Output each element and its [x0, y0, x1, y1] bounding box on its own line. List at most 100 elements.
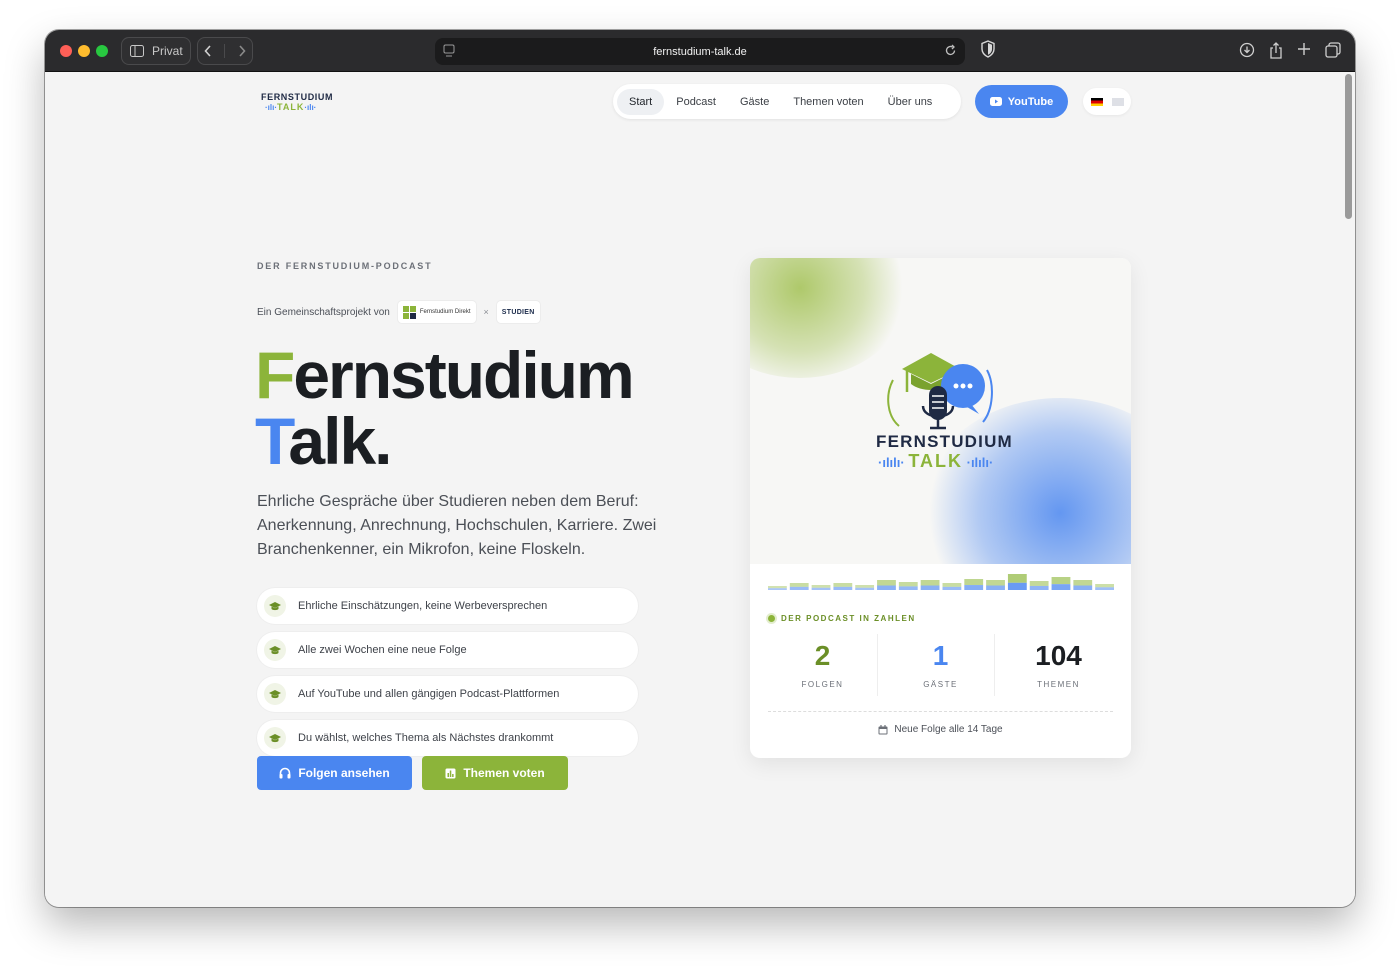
watch-episodes-label: Folgen ansehen — [298, 766, 390, 780]
page-title: Fernstudium Talk. — [255, 338, 635, 478]
partner-logo-studien[interactable]: STUDIEN — [496, 301, 540, 323]
forward-icon[interactable] — [238, 45, 246, 57]
logo-text-top: FERNSTUDIUM — [261, 92, 334, 102]
list-item: Alle zwei Wochen eine neue Folge — [257, 632, 638, 668]
activity-bar-bottom — [768, 588, 787, 590]
calendar-icon — [878, 724, 888, 734]
stat-guests-label: GÄSTE — [923, 680, 958, 689]
collaboration-line: Ein Gemeinschaftsprojekt von Fernstudium… — [257, 301, 540, 323]
nav-themen-voten[interactable]: Themen voten — [781, 89, 875, 115]
reload-icon[interactable] — [944, 44, 957, 57]
logo-text-bottom: ·ılı·TALK·ılı· — [265, 102, 317, 112]
activity-bar-bottom — [898, 586, 918, 590]
activity-bar-bottom — [1007, 582, 1027, 590]
activity-bar-bottom — [986, 585, 1005, 590]
hero-lead: Ehrliche Gespräche über Studieren neben … — [257, 493, 657, 558]
stat-guests-value: 1 — [932, 640, 949, 671]
stat-divider — [994, 634, 995, 696]
partner-separator: × — [483, 307, 489, 317]
page-viewport: FERNSTUDIUM ·ılı·TALK·ılı· Start Podcast… — [45, 72, 1355, 907]
nav-start[interactable]: Start — [617, 88, 665, 115]
watch-episodes-button[interactable]: Folgen ansehen — [257, 756, 412, 790]
activity-bar-bottom — [1051, 584, 1071, 590]
soundwave-icon: ·ılı· — [265, 103, 277, 112]
activity-bar-top — [768, 586, 787, 589]
poll-icon — [445, 768, 456, 778]
hero-eyebrow: DER FERNSTUDIUM-PODCAST — [257, 261, 433, 271]
status-dot — [768, 615, 775, 622]
stats-divider — [768, 711, 1113, 712]
list-item: Auf YouTube und allen gängigen Podcast-P… — [257, 676, 638, 712]
soundwave-icon: ·ılı· — [304, 103, 317, 112]
youtube-label: YouTube — [1007, 95, 1054, 108]
stat-topics: 104 THEMEN — [1000, 638, 1117, 689]
sidebar-icon — [130, 45, 144, 57]
stat-divider — [877, 634, 878, 696]
fernstudium-direkt-logo-icon — [402, 305, 416, 319]
privacy-shield-icon[interactable] — [981, 40, 995, 58]
url-text: fernstudium-talk.de — [653, 45, 747, 58]
activity-bar-bottom — [833, 586, 853, 590]
downloads-icon[interactable] — [1239, 42, 1255, 58]
activity-bar-top — [1029, 581, 1049, 586]
activity-bar-top — [1073, 580, 1093, 586]
soundwave-icon: ·ılılı· — [878, 455, 909, 470]
activity-bar-top — [964, 579, 984, 586]
youtube-button[interactable]: YouTube — [975, 85, 1068, 118]
youtube-icon — [989, 97, 1002, 106]
stat-episodes-label: FOLGEN — [801, 680, 844, 689]
stat-episodes: 2 FOLGEN — [764, 638, 881, 689]
activity-bar-bottom — [855, 587, 875, 590]
list-item: Du wählst, welches Thema als Nächstes dr… — [257, 720, 638, 756]
partner-b-name: STUDIEN — [501, 308, 535, 316]
toolbar-actions — [1239, 42, 1341, 59]
collab-prefix: Ein Gemeinschaftsprojekt von — [257, 306, 390, 318]
minimize-window-button[interactable] — [78, 45, 90, 57]
stat-guests: 1 GÄSTE — [882, 638, 999, 689]
stats-heading: DER PODCAST IN ZAHLEN — [768, 614, 916, 623]
activity-bar-bottom — [877, 585, 896, 590]
page-scrollbar[interactable] — [1345, 74, 1352, 219]
activity-bar-top — [920, 580, 940, 586]
site-logo[interactable]: FERNSTUDIUM ·ılı·TALK·ılı· — [261, 92, 333, 112]
episode-activity-bars — [768, 574, 1114, 590]
cover-title-top: FERNSTUDIUM — [876, 432, 1013, 451]
partner-logo-fernstudium-direkt[interactable]: Fernstudium Direkt — [397, 301, 476, 323]
headphones-icon — [279, 767, 291, 779]
vote-topics-button[interactable]: Themen voten — [422, 756, 568, 790]
activity-bar-top — [877, 580, 896, 586]
sidebar-toggle-button[interactable]: Privat — [121, 37, 191, 65]
activity-bar-bottom — [920, 585, 940, 590]
close-window-button[interactable] — [60, 45, 72, 57]
activity-bar-top — [1051, 577, 1071, 585]
address-bar[interactable]: fernstudium-talk.de — [435, 38, 965, 65]
language-switcher — [1083, 88, 1131, 115]
german-flag-icon[interactable] — [1090, 97, 1103, 106]
stat-topics-label: THEMEN — [1037, 680, 1080, 689]
activity-bar-top — [833, 583, 853, 587]
english-flag-icon[interactable] — [1111, 97, 1124, 106]
activity-bar-top — [942, 583, 962, 587]
graduation-cap-icon — [264, 639, 286, 661]
back-icon[interactable] — [204, 45, 212, 57]
share-icon[interactable] — [1269, 42, 1283, 59]
new-tab-icon[interactable] — [1297, 42, 1311, 56]
nav-gaeste[interactable]: Gäste — [728, 89, 781, 115]
activity-bar-top — [855, 585, 875, 588]
podcast-cover: FERNSTUDIUM ·ılılı· TALK ·ılılı· — [750, 258, 1131, 564]
private-mode-label: Privat — [152, 44, 183, 58]
browser-window: Privat fernstudium-talk.de FERNSTUDIUM ·… — [45, 30, 1355, 907]
tab-overview-icon[interactable] — [1325, 42, 1341, 58]
nav-podcast[interactable]: Podcast — [664, 89, 728, 115]
activity-bar-top — [1007, 574, 1027, 583]
release-schedule: Neue Folge alle 14 Tage — [750, 724, 1131, 735]
page-menu-icon[interactable] — [443, 44, 455, 58]
nav-ueber-uns[interactable]: Über uns — [876, 89, 945, 115]
history-nav — [197, 37, 253, 65]
partner-a-name: Fernstudium Direkt — [419, 308, 471, 315]
activity-bar-bottom — [964, 585, 984, 590]
activity-bar-bottom — [942, 586, 962, 590]
podcast-stats-card: FERNSTUDIUM ·ılılı· TALK ·ılılı· DER POD… — [750, 258, 1131, 758]
graduation-cap-icon — [264, 595, 286, 617]
zoom-window-button[interactable] — [96, 45, 108, 57]
